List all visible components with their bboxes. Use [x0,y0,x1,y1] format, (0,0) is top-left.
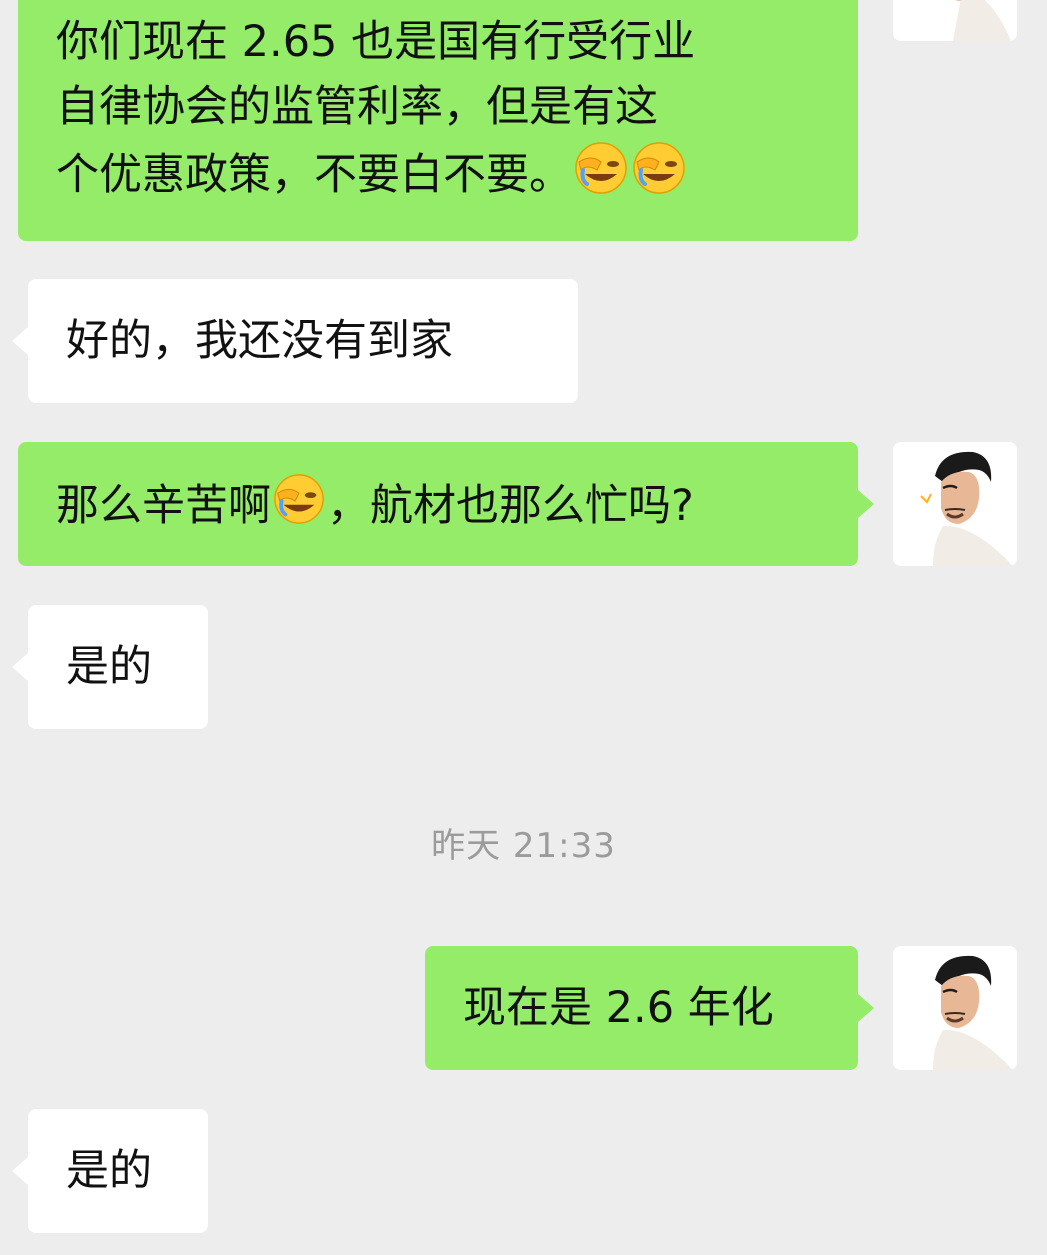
message-text-line: 个优惠政策，不要白不要。 [56,150,572,200]
chat-timestamp: 昨天 21:33 [431,826,616,866]
avatar[interactable] [893,442,1017,566]
incoming-message-bubble[interactable]: 是的 [28,605,208,729]
facepalm-laugh-emoji [272,472,326,545]
message-text-line: 你们现在 2.65 也是国有行受行业 [56,17,696,67]
message-text: 好的，我还没有到家 [66,316,453,366]
message-text: 是的 [66,642,152,692]
bubble-tail [858,490,874,518]
bubble-tail [12,327,28,355]
message-text-line-with-emoji: 个优惠政策，不要白不要。 [56,140,858,215]
message-text: 现在是 2.6 年化 [463,983,774,1033]
incoming-message-bubble[interactable]: 好的，我还没有到家 [28,279,578,403]
avatar[interactable] [893,946,1017,1070]
bubble-tail [12,653,28,681]
outgoing-message-bubble[interactable]: 那么辛苦啊 ，航材也那么忙吗? [18,442,858,566]
message-text: 是的 [66,1146,152,1196]
message-text: ，航材也那么忙吗? [327,481,694,531]
message-text-line: 自律协会的监管利率，但是有这 [56,82,658,132]
message-text: 那么辛苦啊 [56,481,271,531]
avatar[interactable] [893,0,1017,41]
facepalm-laugh-emoji [631,140,687,215]
bubble-tail [12,1157,28,1185]
outgoing-message-bubble[interactable]: 现在是 2.6 年化 [425,946,858,1070]
incoming-message-bubble[interactable]: 是的 [28,1109,208,1233]
facepalm-laugh-emoji [573,140,629,215]
chat-area: 你们现在 2.65 也是国有行受行业 自律协会的监管利率，但是有这 个优惠政策，… [0,0,1047,1255]
outgoing-message-bubble[interactable]: 你们现在 2.65 也是国有行受行业 自律协会的监管利率，但是有这 个优惠政策，… [18,0,858,241]
bubble-tail [858,994,874,1022]
message-text-line-with-emoji: 那么辛苦啊 ，航材也那么忙吗? [56,474,694,531]
